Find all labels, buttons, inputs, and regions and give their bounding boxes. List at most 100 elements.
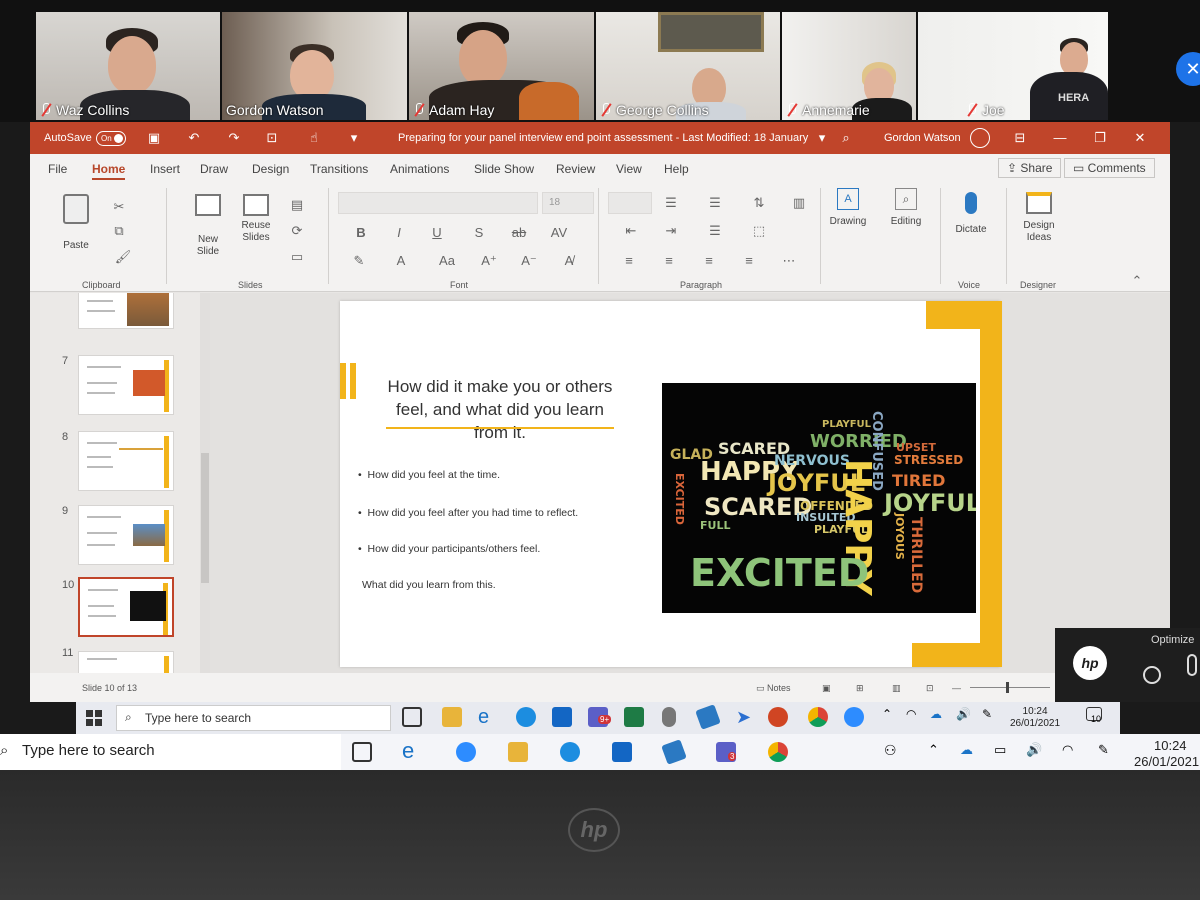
tab-help[interactable]: Help <box>664 162 689 176</box>
slide-thumbnail[interactable] <box>78 355 174 415</box>
clock[interactable]: 10:24 26/01/2021 <box>1134 738 1199 770</box>
cut-icon[interactable]: ✂ <box>110 198 128 216</box>
microphone-app-icon[interactable] <box>662 707 676 727</box>
outlook-icon[interactable] <box>552 707 572 727</box>
new-slide-button[interactable]: New Slide <box>186 194 230 258</box>
strikethrough-icon[interactable]: ab <box>510 224 528 242</box>
pen-icon[interactable]: ✎ <box>1098 742 1118 762</box>
next-page-icon[interactable]: ✕ <box>1176 52 1200 86</box>
skype-icon[interactable] <box>516 707 536 727</box>
character-spacing-icon[interactable]: AV <box>550 224 568 242</box>
teams-icon[interactable]: 9+ <box>588 707 612 727</box>
zoom-out-icon[interactable]: — <box>952 683 961 693</box>
font-name-combo[interactable] <box>338 192 538 214</box>
windows-start-icon[interactable] <box>86 710 102 726</box>
tab-draw[interactable]: Draw <box>200 162 228 176</box>
onedrive-icon[interactable]: ☁ <box>960 742 980 762</box>
slide-thumbnail-selected[interactable] <box>78 577 174 637</box>
chrome-icon[interactable] <box>808 707 828 727</box>
clock[interactable]: 10:24 26/01/2021 <box>1010 706 1060 730</box>
zoom-icon[interactable] <box>844 707 864 727</box>
save-icon[interactable]: ▣ <box>146 130 162 146</box>
file-explorer-icon[interactable] <box>442 707 462 727</box>
design-ideas-button[interactable]: Design Ideas <box>1014 192 1064 244</box>
tab-insert[interactable]: Insert <box>150 162 180 176</box>
edge-icon[interactable]: e <box>402 740 422 762</box>
chevron-up-icon[interactable]: ⌃ <box>928 742 948 762</box>
align-center-icon[interactable]: ≡ <box>660 252 678 270</box>
title-dropdown-icon[interactable]: ▾ <box>814 130 830 146</box>
mail-app-icon[interactable] <box>661 739 687 765</box>
paste-button[interactable]: Paste <box>58 194 94 251</box>
emotion-word-cloud-image[interactable]: GLAD SCARED WORRIED PLAYFUL CONFUSED HAP… <box>662 383 976 613</box>
pen-icon[interactable]: ✎ <box>982 707 1002 727</box>
increase-indent-icon[interactable]: ⇥ <box>662 222 680 240</box>
font-color-icon[interactable]: A <box>392 252 410 270</box>
slide-text[interactable]: What did you learn from this. <box>362 579 496 591</box>
decrease-indent-icon[interactable]: ⇤ <box>622 222 640 240</box>
slide-title[interactable]: How did it make you or others feel, and … <box>380 375 620 444</box>
user-name[interactable]: Gordon Watson <box>884 132 961 144</box>
participant-tile[interactable]: Waz Collins <box>36 12 220 120</box>
teams-icon[interactable]: 3 <box>716 742 737 762</box>
zoom-icon[interactable] <box>456 742 476 762</box>
smartart-icon[interactable]: ⬚ <box>750 222 768 240</box>
search-icon[interactable]: ⌕ <box>838 130 854 146</box>
slide-bullet[interactable]: • How did your participants/others feel. <box>358 543 540 555</box>
tab-review[interactable]: Review <box>556 162 595 176</box>
tab-file[interactable]: File <box>48 162 67 176</box>
reset-icon[interactable]: ⟳ <box>288 222 306 240</box>
bold-icon[interactable]: B <box>352 224 370 242</box>
zoom-slider[interactable] <box>970 682 1050 693</box>
drawing-button[interactable]: A Drawing <box>828 188 868 227</box>
notes-button[interactable]: ▭ Notes <box>756 683 791 694</box>
reading-view-icon[interactable]: ▥ <box>892 683 901 694</box>
paragraph-options-icon[interactable]: ⋯ <box>780 252 798 270</box>
volume-icon[interactable]: 🔊 <box>956 707 976 727</box>
present-icon[interactable]: ⊡ <box>264 130 280 146</box>
slide-sorter-icon[interactable]: ⊞ <box>856 683 864 694</box>
file-explorer-icon[interactable] <box>508 742 528 762</box>
microphone-icon[interactable] <box>1187 654 1197 676</box>
restore-icon[interactable]: ❐ <box>1092 130 1108 146</box>
layout-icon[interactable]: ▤ <box>288 196 306 214</box>
tab-slide-show[interactable]: Slide Show <box>474 162 534 176</box>
grow-font-icon[interactable]: A⁺ <box>480 252 498 270</box>
shrink-font-icon[interactable]: A⁻ <box>520 252 538 270</box>
chrome-icon[interactable] <box>768 742 788 762</box>
minimize-icon[interactable]: — <box>1052 130 1068 146</box>
format-painter-icon[interactable]: 🖌 <box>114 248 132 266</box>
volume-icon[interactable]: 🔊 <box>1026 742 1046 762</box>
thumbnail-scrollbar[interactable] <box>200 293 210 673</box>
skype-icon[interactable] <box>560 742 580 762</box>
search-input[interactable]: ⌕ Type here to search <box>116 705 391 731</box>
slide[interactable]: How did it make you or others feel, and … <box>340 301 1002 667</box>
search-input[interactable]: ⌕ Type here to search <box>0 734 341 770</box>
circle-icon[interactable] <box>1143 666 1161 684</box>
participant-tile[interactable]: George Collins <box>596 12 780 120</box>
highlight-icon[interactable]: ✎ <box>350 252 368 270</box>
copy-icon[interactable]: ⧉ <box>110 222 128 240</box>
participant-tile[interactable]: HERA Joe <box>918 12 1108 120</box>
wifi-icon[interactable]: ◠ <box>1062 742 1082 762</box>
tab-animations[interactable]: Animations <box>390 162 449 176</box>
line-spacing-icon[interactable]: ☰ <box>706 194 724 212</box>
slide-thumbnail[interactable] <box>78 505 174 565</box>
tab-home[interactable]: Home <box>92 162 126 180</box>
slideshow-view-icon[interactable]: ⊡ <box>926 683 934 694</box>
autosave-toggle[interactable]: On <box>96 131 126 146</box>
participant-tile[interactable]: Annemarie <box>782 12 916 120</box>
reuse-slides-button[interactable]: Reuse Slides <box>234 194 278 244</box>
align-left-icon[interactable]: ≡ <box>620 252 638 270</box>
undo-icon[interactable]: ↶ <box>186 130 202 146</box>
chevron-up-icon[interactable]: ⌃ <box>882 707 902 727</box>
document-title[interactable]: Preparing for your panel interview end p… <box>398 132 808 144</box>
normal-view-icon[interactable]: ▣ <box>822 683 831 694</box>
numbering-icon[interactable]: ☰ <box>662 194 680 212</box>
excel-icon[interactable] <box>624 707 644 727</box>
task-view-icon[interactable] <box>352 742 372 762</box>
tab-design[interactable]: Design <box>252 162 289 176</box>
slide-thumbnail[interactable] <box>78 651 174 673</box>
slide-thumbnail[interactable] <box>78 293 174 329</box>
font-size-combo[interactable]: 18 <box>542 192 594 214</box>
